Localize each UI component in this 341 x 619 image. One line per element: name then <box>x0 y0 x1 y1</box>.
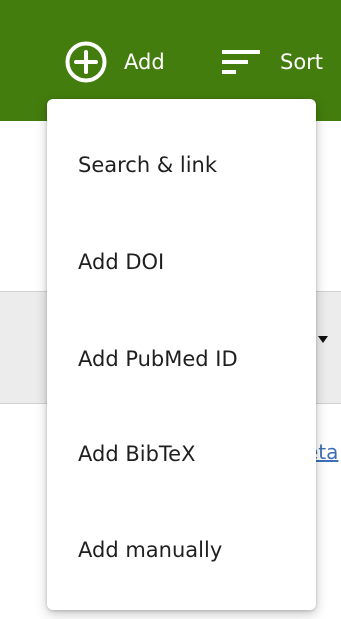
add-button-label: Add <box>124 50 165 74</box>
menu-item-add-doi[interactable]: Add DOI <box>47 213 316 310</box>
menu-item-search-link[interactable]: Search & link <box>47 116 316 213</box>
sort-button[interactable]: Sort <box>222 40 323 84</box>
menu-item-add-pubmed-id[interactable]: Add PubMed ID <box>47 310 316 407</box>
dropdown-caret-icon[interactable] <box>318 336 328 343</box>
sort-button-label: Sort <box>280 50 324 74</box>
add-button[interactable]: Add <box>64 40 165 84</box>
menu-item-add-bibtex[interactable]: Add BibTeX <box>47 405 316 502</box>
add-dropdown-menu: Search & link Add DOI Add PubMed ID Add … <box>47 99 316 610</box>
menu-item-add-manually[interactable]: Add manually <box>47 501 316 598</box>
sort-icon <box>222 48 260 76</box>
plus-circle-icon <box>64 40 108 84</box>
